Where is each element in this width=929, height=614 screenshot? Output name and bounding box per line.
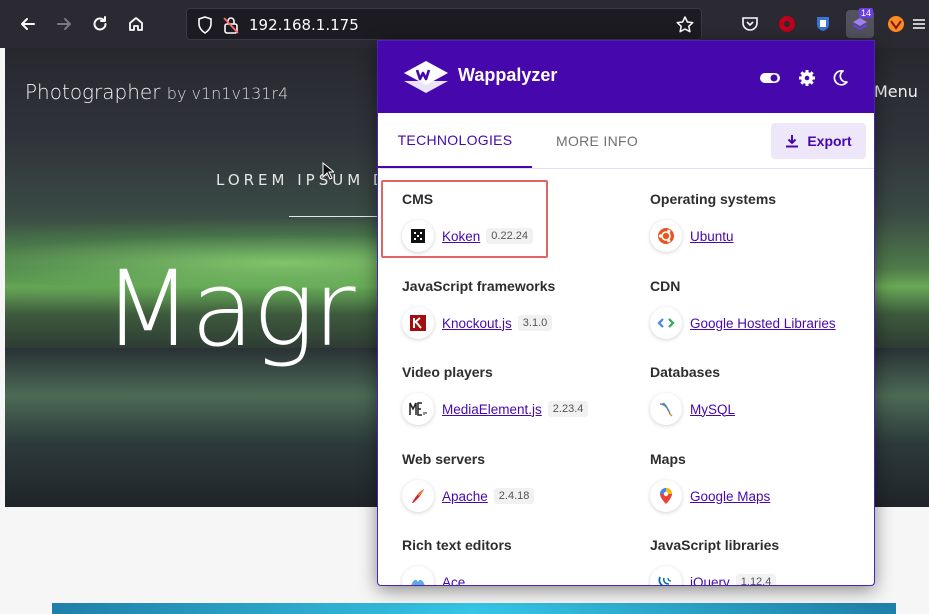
category-rich-text-editors: Rich text editors Ace: [402, 537, 632, 586]
jquery-icon: [650, 566, 682, 585]
category-maps: Maps Google Maps: [650, 451, 874, 512]
tech-link[interactable]: Koken: [442, 229, 480, 244]
tech-link[interactable]: Knockout.js: [442, 316, 512, 331]
extension-badge: 14: [858, 8, 873, 18]
tech-version: 2.23.4: [547, 401, 589, 417]
tech-link[interactable]: MySQL: [690, 402, 735, 417]
bitwarden-icon[interactable]: [811, 12, 835, 36]
url-bar[interactable]: 192.168.1.175: [186, 8, 702, 40]
category-title: Video players: [402, 364, 493, 380]
technologies-list: CMS Koken 0.22.24 Operating systems Ubun…: [378, 170, 874, 586]
tech-version: 3.1.0: [517, 315, 553, 331]
url-text[interactable]: 192.168.1.175: [249, 16, 359, 34]
tech-item: Ace: [402, 566, 632, 586]
site-author: by v1n1v131r4: [166, 84, 289, 103]
settings-gear-icon[interactable]: [796, 67, 818, 89]
tech-item: Koken 0.22.24: [402, 220, 632, 252]
pocket-icon[interactable]: [738, 12, 762, 36]
wappalyzer-extension-icon[interactable]: 14: [846, 8, 874, 38]
home-icon[interactable]: [122, 10, 150, 38]
site-title[interactable]: Photographer by v1n1v131r4: [25, 80, 288, 104]
menu-hamburger-icon[interactable]: [912, 12, 926, 36]
tech-version: 2.4.18: [493, 488, 535, 504]
category-title: Operating systems: [650, 191, 777, 207]
tech-item: Google Hosted Libraries: [650, 307, 874, 339]
google-maps-icon: [650, 480, 682, 512]
tech-link[interactable]: Ace: [442, 575, 465, 586]
popup-header: Wappalyzer: [378, 41, 874, 113]
tech-item: Knockout.js 3.1.0: [402, 307, 632, 339]
dark-mode-moon-icon[interactable]: [829, 67, 851, 89]
addon-fox-icon[interactable]: [884, 12, 908, 36]
category-title: Maps: [650, 451, 686, 467]
back-arrow-icon[interactable]: [14, 10, 42, 38]
tech-item: MediaElement.js 2.23.4: [402, 393, 632, 425]
tab-technologies[interactable]: TECHNOLOGIES: [378, 113, 532, 168]
category-javascript-frameworks: JavaScript frameworks Knockout.js 3.1.0: [402, 278, 632, 339]
category-cms: CMS Koken 0.22.24: [402, 191, 632, 252]
knockout-icon: [402, 307, 434, 339]
insecure-lock-icon[interactable]: [221, 15, 241, 35]
mediaelement-icon: [402, 393, 434, 425]
tech-version: 0.22.24: [486, 228, 533, 244]
reload-icon[interactable]: [86, 10, 114, 38]
mysql-icon: [650, 393, 682, 425]
site-title-text[interactable]: Photographer: [25, 80, 160, 104]
site-menu-link[interactable]: Menu: [874, 82, 918, 101]
category-operating-systems: Operating systems Ubuntu: [650, 191, 874, 252]
download-icon: [786, 135, 799, 148]
tech-link[interactable]: MediaElement.js: [442, 402, 542, 417]
shield-icon[interactable]: [195, 15, 215, 35]
category-title: Rich text editors: [402, 537, 512, 553]
category-title: CDN: [650, 278, 681, 294]
tech-link[interactable]: Google Hosted Libraries: [690, 316, 836, 331]
forward-arrow-icon[interactable]: [50, 10, 78, 38]
ublock-icon[interactable]: [775, 12, 799, 36]
export-label: Export: [807, 133, 852, 149]
popup-tabs: TECHNOLOGIES MORE INFO Export: [378, 113, 874, 169]
tech-item: jQuery 1.12.4: [650, 566, 874, 586]
wappalyzer-logo-icon: [404, 61, 448, 93]
category-title: Web servers: [402, 451, 486, 467]
tech-link[interactable]: Ubuntu: [690, 229, 734, 244]
google-hosted-libraries-icon: [650, 307, 682, 339]
export-button[interactable]: Export: [771, 123, 866, 159]
bookmark-star-icon[interactable]: [675, 15, 695, 35]
wappalyzer-popup: Wappalyzer TECHNOLOGIES MORE INFO Export…: [377, 40, 875, 586]
mouse-cursor-icon: [322, 162, 334, 180]
hero-heading: Magr: [103, 248, 356, 370]
brand-name: Wappalyzer: [458, 65, 558, 85]
category-title: JavaScript libraries: [650, 537, 780, 553]
ace-icon: [402, 566, 434, 585]
tab-more-info[interactable]: MORE INFO: [532, 113, 662, 168]
ubuntu-icon: [650, 220, 682, 252]
toggle-switch-icon[interactable]: [759, 67, 781, 89]
category-title: CMS: [402, 191, 434, 207]
tech-item: Google Maps: [650, 480, 874, 512]
category-cdn: CDN Google Hosted Libraries: [650, 278, 874, 339]
tech-item: Apache 2.4.18: [402, 480, 632, 512]
koken-icon: [402, 220, 434, 252]
tech-item: Ubuntu: [650, 220, 874, 252]
category-title: JavaScript frameworks: [402, 278, 556, 294]
tech-link[interactable]: Apache: [442, 489, 488, 504]
category-javascript-libraries: JavaScript libraries jQuery 1.12.4: [650, 537, 874, 586]
tech-version: 1.12.4: [735, 574, 777, 585]
hero-kicker: LOREM IPSUM D: [216, 171, 389, 189]
category-title: Databases: [650, 364, 721, 380]
category-web-servers: Web servers Apache 2.4.18: [402, 451, 632, 512]
tech-link[interactable]: jQuery: [690, 575, 730, 586]
category-databases: Databases MySQL: [650, 364, 874, 425]
tech-item: MySQL: [650, 393, 874, 425]
category-video-players: Video players MediaElement.js 2.23.4: [402, 364, 632, 425]
tech-link[interactable]: Google Maps: [690, 489, 770, 504]
page-image-strip: [52, 603, 896, 614]
apache-icon: [402, 480, 434, 512]
